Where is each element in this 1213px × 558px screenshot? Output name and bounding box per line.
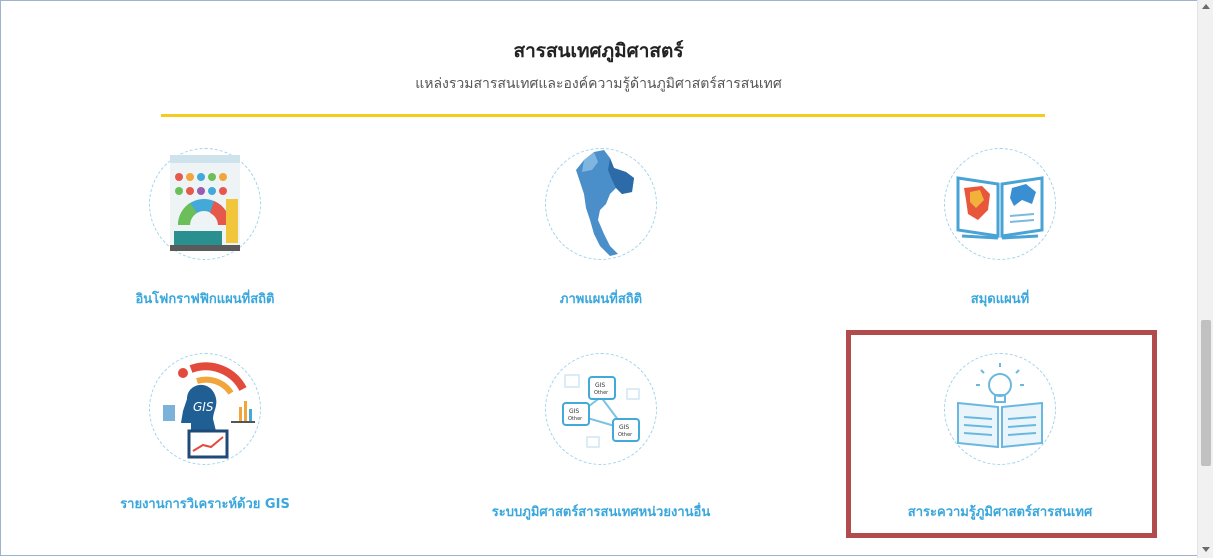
selection-highlight-box [846,330,1157,538]
section-title: สารสนเทศภูมิศาสตร์ [513,40,684,62]
scroll-down-arrow-icon[interactable] [1202,547,1210,552]
other-text: Other [568,416,583,422]
card-label: ระบบภูมิศาสตร์สารสนเทศหน่วยงานอื่น [491,505,711,520]
gis-text: GIS [569,408,579,415]
gis-network-icon: GIS Other GIS Other GIS Other [562,374,640,448]
card-label: รายงานการวิเคราะห์ด้วย GIS [120,497,290,512]
card-infographic[interactable]: อินโฟกราฟฟิกแผนที่สถิติ [55,140,355,310]
other-text: Other [594,390,609,396]
gis-text: GIS [595,382,605,389]
gis-text: GIS [619,424,629,431]
scrollbar-thumb[interactable] [1201,320,1211,466]
card-label: อินโฟกราฟฟิกแผนที่สถิติ [135,292,275,307]
thailand-map-icon [576,150,634,256]
infographic-icon [170,155,240,251]
card-map-images[interactable]: ภาพแผนที่สถิติ [451,140,751,310]
card-other-gis[interactable]: GIS Other GIS Other GIS Other ระบบภูมิศา… [451,345,751,520]
scroll-up-arrow-icon[interactable] [1202,4,1210,9]
card-atlas[interactable]: สมุดแผนที่ [850,140,1150,310]
atlas-book-icon [956,176,1044,240]
card-gis-report[interactable]: GIS รายงานการวิเคราะห์ด้วย GIS [55,345,355,515]
section-divider [161,114,1045,117]
gis-analysis-icon: GIS [163,362,255,459]
card-label: ภาพแผนที่สถิติ [559,292,643,307]
section-subtitle: แหล่งรวมสารสนเทศและองค์ความรู้ด้านภูมิศา… [415,76,782,92]
card-label: สมุดแผนที่ [970,292,1030,307]
vertical-scrollbar[interactable] [1197,0,1213,558]
gis-text: GIS [193,400,214,414]
other-text: Other [618,432,633,438]
